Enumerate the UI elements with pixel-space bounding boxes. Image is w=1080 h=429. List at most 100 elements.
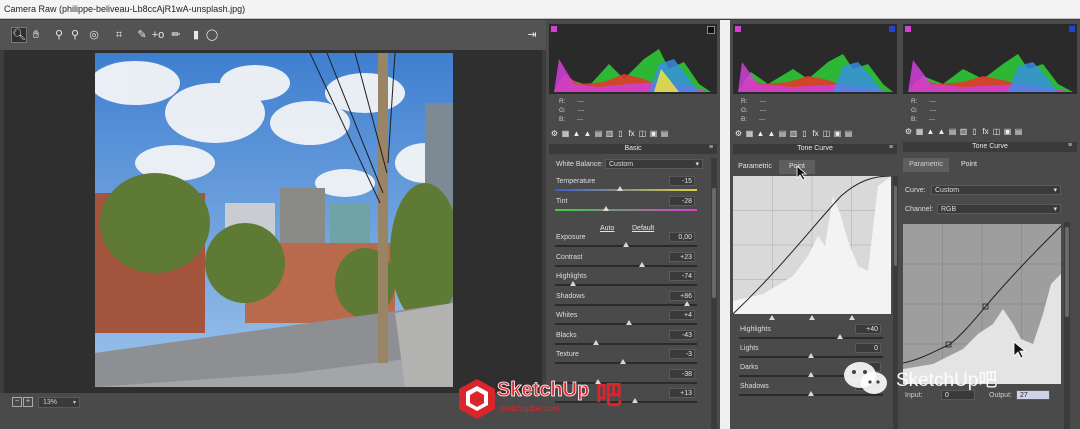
tone-curve-tab-icon[interactable]: ▲: [571, 129, 582, 138]
slider-value-field[interactable]: +13: [669, 388, 695, 398]
color-sampler-tool-icon[interactable]: ⚲: [68, 28, 82, 42]
tab-parametric[interactable]: Parametric: [903, 158, 949, 172]
snapshots-tab-icon[interactable]: ▤: [1013, 127, 1024, 136]
red-eye-tool-icon[interactable]: +o: [151, 28, 165, 42]
slider-track[interactable]: [555, 208, 697, 211]
targeted-adjustment-tool-icon[interactable]: ◎: [87, 28, 101, 42]
gear-icon[interactable]: ⚙: [549, 129, 560, 138]
gear-icon[interactable]: ⚙: [903, 127, 914, 136]
split-toning-tab-icon[interactable]: ▥: [958, 127, 969, 136]
calibration-tab-icon[interactable]: ◫: [991, 127, 1002, 136]
hsl-tab-icon[interactable]: ▤: [947, 127, 958, 136]
presets-tab-icon[interactable]: ▣: [648, 129, 659, 138]
slider-value-field[interactable]: -38: [669, 368, 695, 379]
basic-tab-icon[interactable]: ▦: [914, 127, 925, 136]
channel-select[interactable]: RGB ▾: [937, 204, 1061, 214]
spot-removal-tool-icon[interactable]: ✎: [135, 28, 149, 42]
zoom-out-icon[interactable]: −: [12, 397, 22, 407]
detail-tab-icon[interactable]: ▲: [582, 129, 593, 138]
zoom-in-icon[interactable]: +: [23, 397, 33, 407]
presets-tab-icon[interactable]: ▣: [832, 129, 843, 138]
hsl-tab-icon[interactable]: ▤: [777, 129, 788, 138]
scrollbar-thumb[interactable]: [1065, 227, 1069, 317]
parametric-curve-graph[interactable]: [732, 175, 892, 315]
slider-thumb[interactable]: [836, 334, 843, 339]
slider-track[interactable]: [555, 189, 697, 191]
fx-icon[interactable]: fx: [626, 129, 637, 138]
shadow-clipping-icon[interactable]: [735, 26, 741, 32]
slider-value-field[interactable]: -15: [669, 176, 695, 186]
export-icon[interactable]: ⇥: [525, 28, 539, 42]
slider-thumb[interactable]: [808, 391, 814, 396]
slider-track[interactable]: [739, 337, 883, 339]
tone-curve-tab-icon[interactable]: ▲: [755, 129, 766, 138]
slider-value-field[interactable]: 0,00: [669, 232, 695, 242]
tab-point[interactable]: Point: [951, 158, 987, 172]
zoom-tool-icon[interactable]: 🔍︎: [11, 27, 27, 43]
slider-thumb[interactable]: [620, 359, 627, 364]
graduated-filter-tool-icon[interactable]: ▮: [189, 28, 203, 42]
slider-value-field[interactable]: -74: [669, 271, 695, 281]
split-handle-shadows[interactable]: [769, 315, 775, 320]
split-toning-tab-icon[interactable]: ▥: [788, 129, 799, 138]
adjustment-brush-tool-icon[interactable]: ✏: [169, 28, 183, 42]
slider-thumb[interactable]: [593, 339, 600, 345]
slider-thumb[interactable]: [623, 242, 629, 247]
slider-value-field[interactable]: +40: [855, 324, 881, 334]
fx-icon[interactable]: fx: [980, 127, 991, 136]
slider-thumb[interactable]: [808, 372, 814, 377]
snapshots-tab-icon[interactable]: ▤: [843, 129, 854, 138]
hsl-tab-icon[interactable]: ▤: [593, 129, 604, 138]
lens-tab-icon[interactable]: ▯: [799, 129, 810, 138]
white-balance-select[interactable]: Custom ▾: [605, 159, 703, 169]
basic-tab-icon[interactable]: ▦: [560, 129, 571, 138]
photo-preview[interactable]: [95, 53, 453, 387]
slider-thumb[interactable]: [808, 353, 814, 358]
slider-track[interactable]: [555, 303, 697, 306]
slider-track[interactable]: [555, 264, 697, 267]
gear-icon[interactable]: ⚙: [733, 129, 744, 138]
scrollbar-thumb[interactable]: [712, 188, 716, 298]
scrollbar-thumb[interactable]: [894, 186, 897, 266]
panel-menu-icon[interactable]: ≡: [889, 144, 893, 151]
slider-value-field[interactable]: -28: [669, 195, 695, 206]
shadow-clipping-icon[interactable]: [551, 26, 557, 32]
fx-icon[interactable]: fx: [810, 129, 821, 138]
slider-value-field[interactable]: 0: [855, 343, 881, 353]
slider-value-field[interactable]: -3: [669, 349, 695, 359]
crop-tool-icon[interactable]: ⌗: [112, 28, 126, 42]
white-balance-tool-icon[interactable]: ⚲: [52, 28, 66, 42]
highlight-clipping-icon[interactable]: [707, 26, 715, 34]
slider-thumb[interactable]: [684, 300, 691, 306]
tone-curve-tab-icon[interactable]: ▲: [925, 127, 936, 136]
panel-scrollbar[interactable]: [711, 158, 717, 429]
slider-value-field[interactable]: -43: [669, 329, 695, 340]
calibration-tab-icon[interactable]: ◫: [821, 129, 832, 138]
lens-tab-icon[interactable]: ▯: [615, 129, 626, 138]
curve-select[interactable]: Custom ▾: [931, 185, 1061, 195]
panel-scrollbar[interactable]: [1064, 222, 1070, 429]
slider-value-field[interactable]: +4: [669, 310, 695, 320]
basic-tab-icon[interactable]: ▦: [744, 129, 755, 138]
slider-thumb[interactable]: [625, 320, 632, 325]
auto-link[interactable]: Auto: [600, 225, 614, 232]
slider-thumb[interactable]: [570, 281, 577, 286]
hand-tool-icon[interactable]: ✋︎: [29, 28, 43, 42]
detail-tab-icon[interactable]: ▲: [936, 127, 947, 136]
slider-thumb[interactable]: [617, 186, 624, 191]
presets-tab-icon[interactable]: ▣: [1002, 127, 1013, 136]
highlight-clipping-icon[interactable]: [1069, 26, 1075, 32]
panel-menu-icon[interactable]: ≡: [1068, 142, 1072, 149]
slider-thumb[interactable]: [638, 261, 645, 267]
split-toning-tab-icon[interactable]: ▥: [604, 129, 615, 138]
tab-parametric[interactable]: Parametric: [733, 160, 777, 174]
shadow-clipping-icon[interactable]: [905, 26, 911, 32]
slider-value-field[interactable]: +86: [669, 290, 695, 301]
slider-thumb[interactable]: [603, 205, 610, 211]
detail-tab-icon[interactable]: ▲: [766, 129, 777, 138]
slider-track[interactable]: [555, 342, 697, 345]
panel-menu-icon[interactable]: ≡: [709, 144, 713, 151]
slider-value-field[interactable]: +23: [669, 251, 695, 262]
calibration-tab-icon[interactable]: ◫: [637, 129, 648, 138]
snapshots-tab-icon[interactable]: ▤: [659, 129, 670, 138]
